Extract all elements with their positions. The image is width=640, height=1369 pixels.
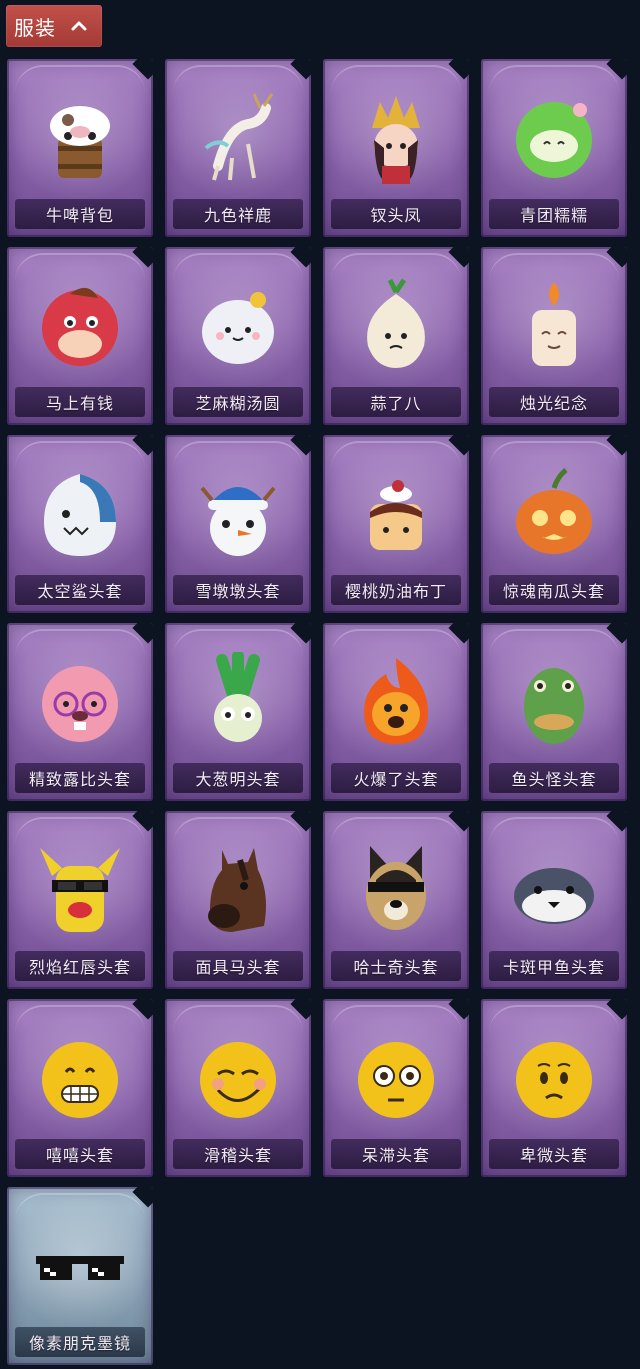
outfit-item-name: 卑微头套 bbox=[489, 1139, 619, 1169]
outfit-item-card[interactable]: 芝麻糊汤圆 bbox=[165, 247, 311, 425]
cow-beer-backpack-icon bbox=[7, 75, 153, 201]
outfit-item-name: 哈士奇头套 bbox=[331, 951, 461, 981]
outfit-item-card[interactable]: 蒜了八 bbox=[323, 247, 469, 425]
pumpkin-helmet-icon bbox=[481, 451, 627, 577]
outfit-item-name: 樱桃奶油布丁 bbox=[331, 575, 461, 605]
chevron-up-icon bbox=[70, 17, 88, 35]
outfit-item-name: 面具马头套 bbox=[173, 951, 303, 981]
outfit-item-name: 精致露比头套 bbox=[15, 763, 145, 793]
fish-head-helmet-icon bbox=[481, 639, 627, 765]
outfit-item-name: 青团糯糯 bbox=[489, 199, 619, 229]
grin-emoji-helmet-icon bbox=[7, 1015, 153, 1141]
husky-helmet-icon bbox=[323, 827, 469, 953]
outfit-panel: 服装 牛啤背包 九色祥鹿 钗头凤 青团糯糯马上有钱 芝麻糊汤圆 蒜了八 烛光纪念太空鲨头套雪… bbox=[0, 0, 640, 1369]
outfit-item-card[interactable]: 嘻嘻头套 bbox=[7, 999, 153, 1177]
outfit-item-name: 滑稽头套 bbox=[173, 1139, 303, 1169]
red-horse-icon bbox=[7, 263, 153, 389]
humble-emoji-helmet-icon bbox=[481, 1015, 627, 1141]
deer-icon bbox=[165, 75, 311, 201]
outfit-item-name: 烛光纪念 bbox=[489, 387, 619, 417]
outfit-item-card[interactable]: 太空鲨头套 bbox=[7, 435, 153, 613]
shark-helmet-icon bbox=[7, 451, 153, 577]
outfit-item-name: 呆滞头套 bbox=[331, 1139, 461, 1169]
outfit-item-name: 烈焰红唇头套 bbox=[15, 951, 145, 981]
outfit-item-card[interactable]: 滑稽头套 bbox=[165, 999, 311, 1177]
outfit-item-name: 芝麻糊汤圆 bbox=[173, 387, 303, 417]
item-grid: 牛啤背包 九色祥鹿 钗头凤 青团糯糯马上有钱 芝麻糊汤圆 蒜了八 烛光纪念太空鲨头套 雪墩墩头… bbox=[7, 59, 635, 1365]
phoenix-crown-girl-icon bbox=[323, 75, 469, 201]
cherry-pudding-icon bbox=[323, 451, 469, 577]
outfit-item-card[interactable]: 像素朋克墨镜 bbox=[7, 1187, 153, 1365]
outfit-item-card[interactable]: 卑微头套 bbox=[481, 999, 627, 1177]
rice-dumpling-icon bbox=[165, 263, 311, 389]
outfit-item-card[interactable]: 呆滞头套 bbox=[323, 999, 469, 1177]
outfit-item-name: 惊魂南瓜头套 bbox=[489, 575, 619, 605]
outfit-item-card[interactable]: 钗头凤 bbox=[323, 59, 469, 237]
outfit-item-name: 九色祥鹿 bbox=[173, 199, 303, 229]
scallion-helmet-icon bbox=[165, 639, 311, 765]
outfit-item-card[interactable]: 惊魂南瓜头套 bbox=[481, 435, 627, 613]
outfit-item-name: 大葱明头套 bbox=[173, 763, 303, 793]
outfit-item-name: 鱼头怪头套 bbox=[489, 763, 619, 793]
outfit-item-card[interactable]: 面具马头套 bbox=[165, 811, 311, 989]
pixel-sunglasses-icon bbox=[7, 1203, 153, 1329]
smirk-emoji-helmet-icon bbox=[165, 1015, 311, 1141]
outfit-item-name: 太空鲨头套 bbox=[15, 575, 145, 605]
outfit-item-name: 蒜了八 bbox=[331, 387, 461, 417]
outfit-item-name: 马上有钱 bbox=[15, 387, 145, 417]
outfit-item-name: 雪墩墩头套 bbox=[173, 575, 303, 605]
stare-emoji-helmet-icon bbox=[323, 1015, 469, 1141]
outfit-item-card[interactable]: 雪墩墩头套 bbox=[165, 435, 311, 613]
candle-icon bbox=[481, 263, 627, 389]
outfit-item-name: 火爆了头套 bbox=[331, 763, 461, 793]
outfit-item-name: 嘻嘻头套 bbox=[15, 1139, 145, 1169]
outfit-item-name: 钗头凤 bbox=[331, 199, 461, 229]
outfit-item-card[interactable]: 烛光纪念 bbox=[481, 247, 627, 425]
outfit-item-card[interactable]: 牛啤背包 bbox=[7, 59, 153, 237]
outfit-item-name: 牛啤背包 bbox=[15, 199, 145, 229]
horse-mask-icon bbox=[165, 827, 311, 953]
yellow-mascot-helmet-icon bbox=[7, 827, 153, 953]
outfit-item-card[interactable]: 烈焰红唇头套 bbox=[7, 811, 153, 989]
outfit-item-card[interactable]: 九色祥鹿 bbox=[165, 59, 311, 237]
outfit-item-card[interactable]: 卡斑甲鱼头套 bbox=[481, 811, 627, 989]
outfit-item-name: 像素朋克墨镜 bbox=[15, 1327, 145, 1357]
snowman-helmet-icon bbox=[165, 451, 311, 577]
seal-helmet-icon bbox=[481, 827, 627, 953]
outfit-item-card[interactable]: 精致露比头套 bbox=[7, 623, 153, 801]
outfit-item-card[interactable]: 青团糯糯 bbox=[481, 59, 627, 237]
outfit-item-card[interactable]: 马上有钱 bbox=[7, 247, 153, 425]
section-title: 服装 bbox=[14, 17, 56, 40]
outfit-item-name: 卡斑甲鱼头套 bbox=[489, 951, 619, 981]
outfit-item-card[interactable]: 鱼头怪头套 bbox=[481, 623, 627, 801]
pink-beaver-helmet-icon bbox=[7, 639, 153, 765]
outfit-item-card[interactable]: 樱桃奶油布丁 bbox=[323, 435, 469, 613]
outfit-item-card[interactable]: 哈士奇头套 bbox=[323, 811, 469, 989]
green-rice-ball-icon bbox=[481, 75, 627, 201]
outfit-item-card[interactable]: 火爆了头套 bbox=[323, 623, 469, 801]
section-header-outfit[interactable]: 服装 bbox=[6, 5, 102, 47]
fire-helmet-icon bbox=[323, 639, 469, 765]
outfit-item-card[interactable]: 大葱明头套 bbox=[165, 623, 311, 801]
garlic-icon bbox=[323, 263, 469, 389]
